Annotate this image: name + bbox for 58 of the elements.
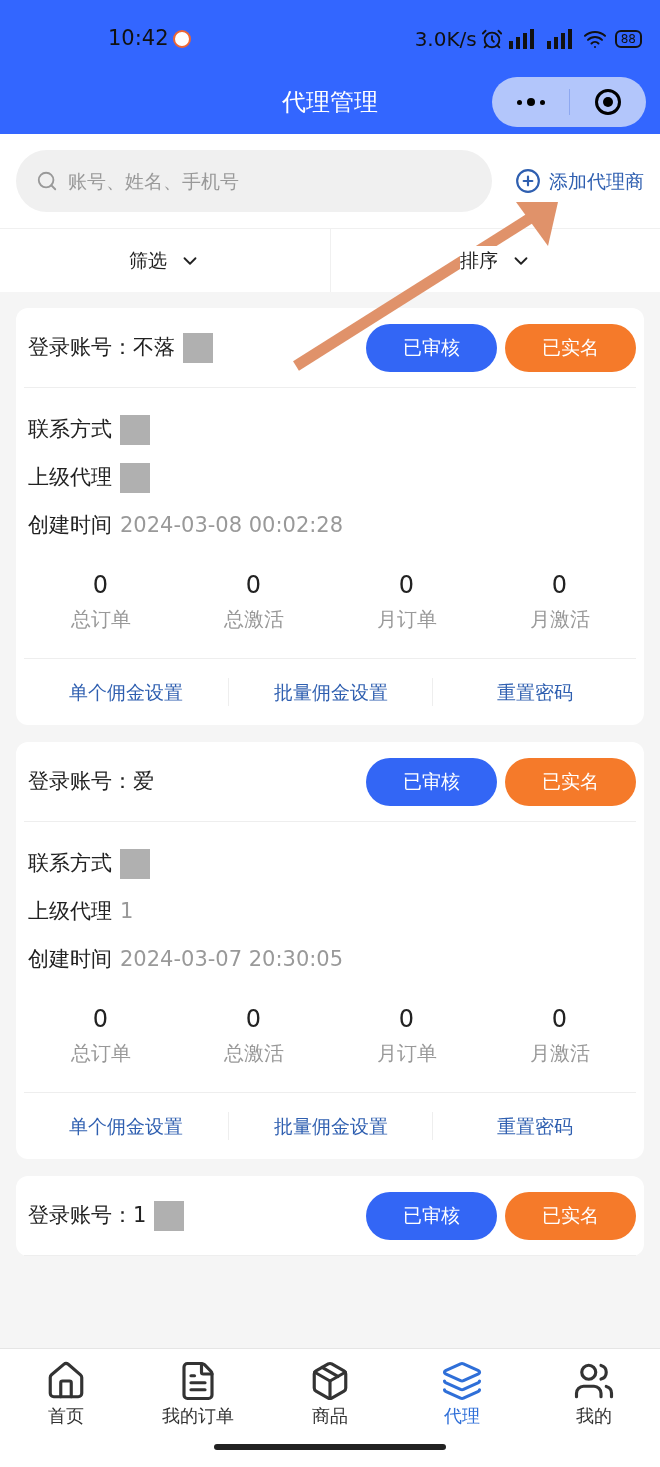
search-field[interactable]: 账号、姓名、手机号 [16, 150, 492, 212]
stat-label: 总激活 [223, 606, 284, 633]
field-label: 联系方式 [28, 416, 112, 444]
account-value: 不落 [133, 333, 175, 361]
stat-value: 0 [398, 1004, 415, 1035]
action-link[interactable]: 重置密码 [496, 677, 573, 707]
stat-label: 月订单 [376, 1040, 437, 1067]
network-speed: 3.0K/s [414, 26, 477, 53]
field-label: 上级代理 [28, 898, 112, 926]
stat-value: 0 [92, 570, 109, 601]
action-link[interactable]: 单个佣金设置 [69, 677, 183, 707]
tab-item[interactable]: 我的 [528, 1349, 660, 1440]
add-agent-button[interactable]: 添加代理商 [515, 166, 644, 196]
tab-item[interactable]: 商品 [264, 1349, 396, 1440]
stat-value: 0 [551, 1004, 568, 1035]
alarm-icon [480, 28, 503, 50]
account-label: 登录账号： [27, 333, 133, 361]
status-badge: 已实名 [505, 757, 636, 806]
field-value: 2024-03-08 00:02:28 [120, 512, 344, 540]
field-label: 创建时间 [28, 946, 112, 974]
stat-value: 0 [92, 1004, 109, 1035]
tab-item[interactable]: 我的订单 [132, 1349, 264, 1440]
search-icon [36, 170, 58, 192]
status-badge: 已审核 [366, 323, 497, 372]
action-link[interactable]: 单个佣金设置 [69, 1111, 183, 1141]
account-value: 1 [133, 1201, 147, 1229]
status-time: 10:42 [108, 25, 169, 53]
status-badge: 已审核 [366, 1191, 497, 1240]
stat-value: 0 [551, 570, 568, 601]
plus-icon [515, 168, 541, 194]
status-badge: 已审核 [366, 757, 497, 806]
tab-item[interactable]: 首页 [0, 1349, 132, 1440]
status-badge: 已实名 [505, 323, 636, 372]
status-badge: 已实名 [505, 1191, 636, 1240]
page-title: 代理管理 [282, 87, 378, 118]
account-value: 爱 [133, 767, 154, 795]
stat-label: 总激活 [223, 1040, 284, 1067]
field-value: 2024-03-07 20:30:05 [120, 946, 344, 974]
field-label: 联系方式 [28, 850, 112, 878]
action-link[interactable]: 批量佣金设置 [273, 1111, 388, 1141]
action-link[interactable]: 批量佣金设置 [273, 677, 388, 707]
action-link[interactable]: 重置密码 [496, 1111, 573, 1141]
stat-label: 总订单 [70, 606, 131, 633]
stat-label: 总订单 [70, 1040, 131, 1067]
stat-value: 0 [245, 570, 262, 601]
tab-icon [441, 1360, 483, 1402]
stat-label: 月订单 [376, 606, 437, 633]
battery-indicator: 88 [614, 30, 642, 48]
field-value: 1 [120, 898, 134, 926]
stat-value: 0 [245, 1004, 262, 1035]
account-label: 登录账号： [27, 767, 133, 795]
account-label: 登录账号： [27, 1201, 133, 1229]
field-label: 上级代理 [28, 464, 112, 492]
stat-label: 月激活 [529, 606, 590, 633]
stat-value: 0 [398, 570, 415, 601]
tab-item[interactable]: 代理 [396, 1349, 528, 1440]
stat-label: 月激活 [529, 1040, 590, 1067]
field-label: 创建时间 [28, 512, 112, 540]
